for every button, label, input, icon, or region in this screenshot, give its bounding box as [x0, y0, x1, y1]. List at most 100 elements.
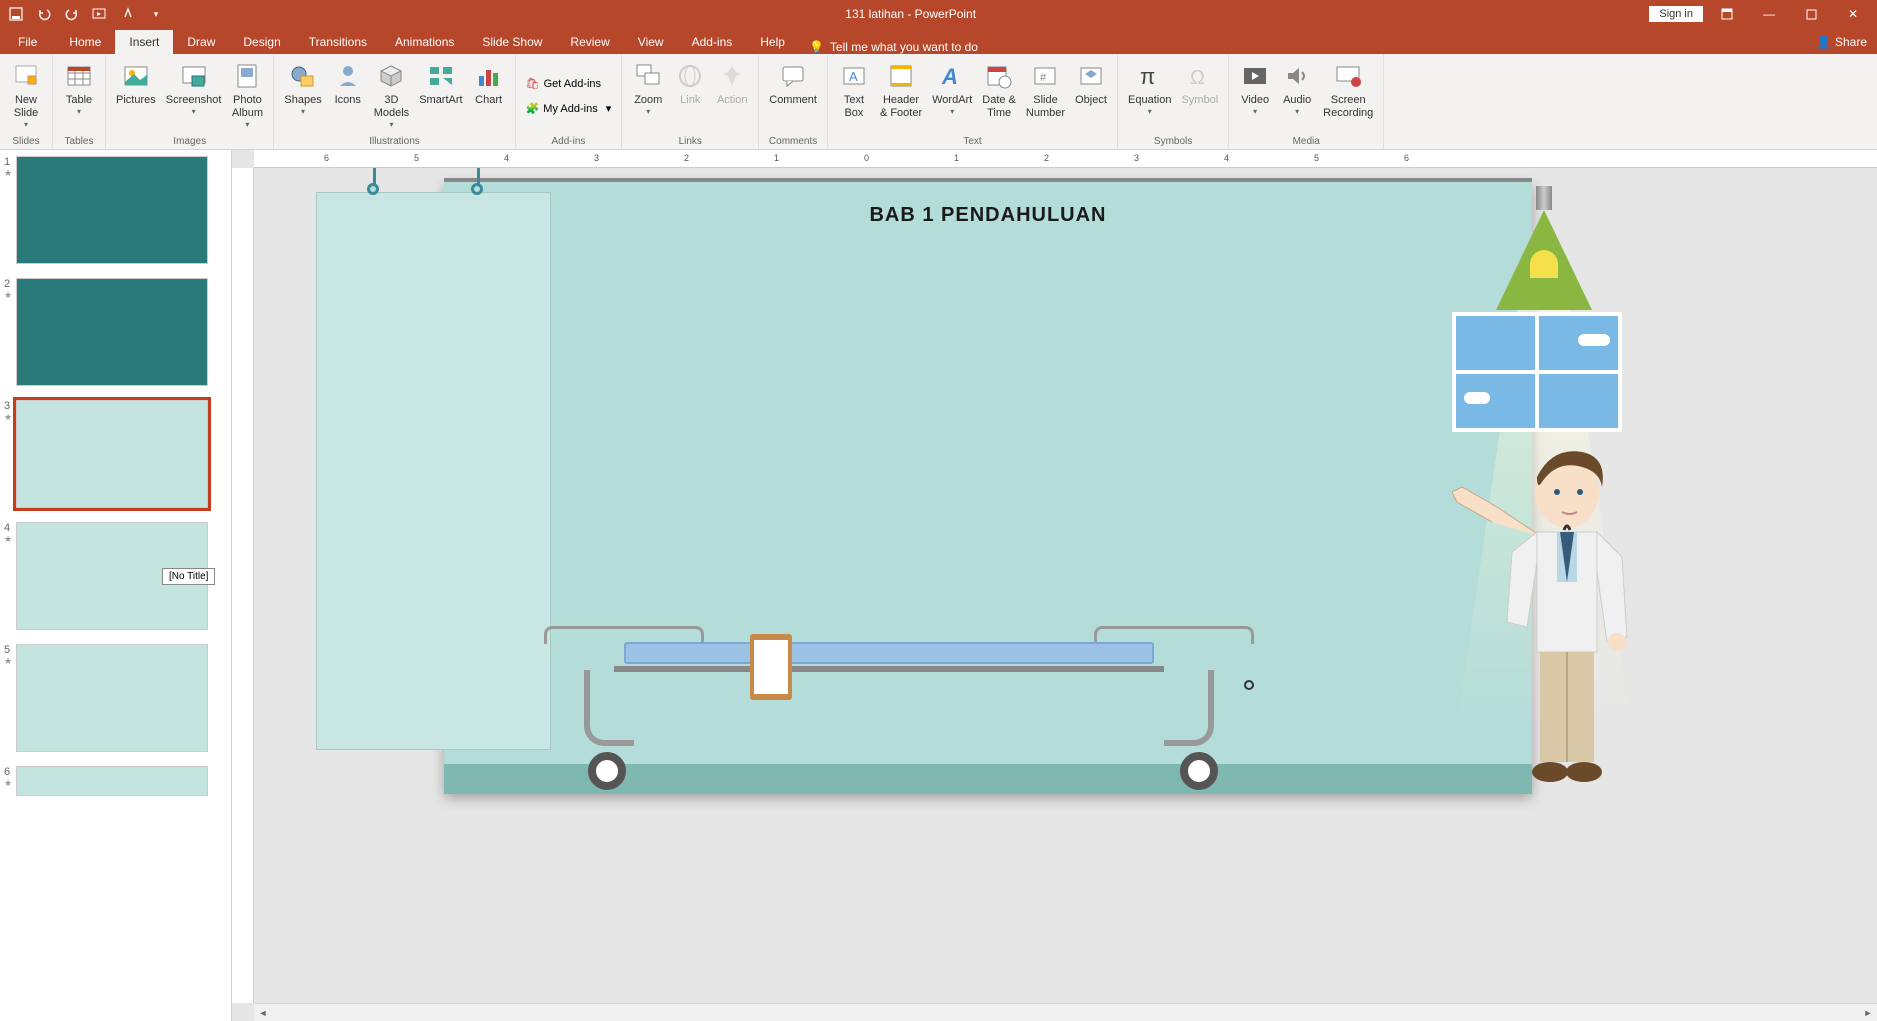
maximize-icon[interactable]	[1793, 4, 1829, 24]
my-addins-button[interactable]: 🧩My Add-ins▾	[522, 100, 616, 117]
group-addins-label: Add-ins	[522, 134, 616, 147]
icons-button[interactable]: Icons	[328, 58, 368, 109]
tab-slideshow[interactable]: Slide Show	[468, 30, 556, 54]
slide-thumbnail-1[interactable]	[16, 156, 208, 264]
vertical-ruler[interactable]	[232, 168, 254, 1003]
shapes-button[interactable]: Shapes▾	[280, 58, 325, 118]
video-button[interactable]: Video▾	[1235, 58, 1275, 118]
photo-album-button[interactable]: Photo Album▾	[227, 58, 267, 131]
link-icon	[674, 60, 706, 92]
save-icon[interactable]	[6, 4, 26, 24]
tab-review[interactable]: Review	[556, 30, 623, 54]
smartart-button[interactable]: SmartArt	[415, 58, 466, 109]
signin-button[interactable]: Sign in	[1649, 6, 1703, 22]
new-slide-button[interactable]: New Slide▾	[6, 58, 46, 131]
slide-title-text[interactable]: BAB 1 PENDAHULUAN	[869, 204, 1106, 227]
get-addins-button[interactable]: 🛍Get Add-ins	[522, 75, 605, 92]
close-icon[interactable]: ✕	[1835, 4, 1871, 24]
thumbnail-tooltip: [No Title]	[162, 568, 215, 585]
share-button[interactable]: 👤 Share	[1806, 30, 1877, 54]
text-box-button[interactable]: A Text Box	[834, 58, 874, 122]
svg-text:A: A	[941, 64, 958, 89]
slide-editor: 6 5 4 3 2 1 0 1 2 3 4 5 6	[232, 150, 1877, 1021]
object-icon	[1075, 60, 1107, 92]
tab-file[interactable]: File	[0, 30, 55, 54]
ribbon-display-icon[interactable]	[1709, 4, 1745, 24]
text-box-icon: A	[838, 60, 870, 92]
object-button[interactable]: Object	[1071, 58, 1111, 109]
curtain-rail	[444, 178, 1532, 182]
thumb-num-2: 2	[4, 278, 12, 290]
redo-icon[interactable]	[62, 4, 82, 24]
cube-icon	[375, 60, 407, 92]
animation-star-icon: ★	[4, 778, 12, 789]
lamp-base-art	[1536, 186, 1552, 210]
slide-canvas[interactable]: BAB 1 PENDAHULUAN	[444, 182, 1532, 794]
audio-button[interactable]: Audio▾	[1277, 58, 1317, 118]
touch-mouse-icon[interactable]	[118, 4, 138, 24]
clipboard-art	[750, 634, 792, 700]
thumb-num-5: 5	[4, 644, 12, 656]
audio-icon	[1281, 60, 1313, 92]
horizontal-scrollbar[interactable]: ◄ ►	[254, 1003, 1877, 1021]
tab-help[interactable]: Help	[746, 30, 799, 54]
action-button: Action	[712, 58, 752, 109]
animation-star-icon: ★	[4, 290, 12, 301]
start-from-beginning-icon[interactable]	[90, 4, 110, 24]
group-comments-label: Comments	[765, 134, 821, 147]
slide-number-button[interactable]: # Slide Number	[1022, 58, 1069, 122]
pictures-button[interactable]: Pictures	[112, 58, 160, 109]
action-icon	[716, 60, 748, 92]
link-button: Link	[670, 58, 710, 109]
tell-me-label: Tell me what you want to do	[830, 40, 978, 54]
tab-draw[interactable]: Draw	[173, 30, 229, 54]
header-footer-button[interactable]: Header & Footer	[876, 58, 926, 122]
scroll-left-icon[interactable]: ◄	[254, 1004, 272, 1021]
slide-thumbnail-5[interactable]	[16, 644, 208, 752]
qat-customize-arrow[interactable]: ▾	[146, 4, 166, 24]
tab-insert[interactable]: Insert	[115, 30, 173, 54]
slide-canvas-area[interactable]: BAB 1 PENDAHULUAN	[254, 168, 1877, 1003]
screenshot-button[interactable]: Screenshot▾	[162, 58, 226, 118]
video-icon	[1239, 60, 1271, 92]
date-time-icon	[983, 60, 1015, 92]
table-button[interactable]: Table▾	[59, 58, 99, 118]
photo-album-icon	[231, 60, 263, 92]
slide-thumbnail-2[interactable]	[16, 278, 208, 386]
screen-recording-button[interactable]: Screen Recording	[1319, 58, 1377, 122]
minimize-icon[interactable]: —	[1751, 4, 1787, 24]
wordart-button[interactable]: A WordArt▾	[928, 58, 976, 118]
chart-button[interactable]: Chart	[469, 58, 509, 109]
tab-animations[interactable]: Animations	[381, 30, 468, 54]
tab-view[interactable]: View	[624, 30, 678, 54]
tab-home[interactable]: Home	[55, 30, 115, 54]
tab-design[interactable]: Design	[229, 30, 294, 54]
thumb-num-3: 3	[4, 400, 12, 412]
header-footer-icon	[885, 60, 917, 92]
zoom-icon	[632, 60, 664, 92]
lightbulb-icon: 💡	[809, 40, 824, 54]
equation-button[interactable]: π Equation▾	[1124, 58, 1175, 118]
3d-models-button[interactable]: 3D Models▾	[370, 58, 413, 131]
slide-thumbnail-6[interactable]	[16, 766, 208, 796]
svg-text:π: π	[1140, 64, 1155, 89]
tell-me-search[interactable]: 💡 Tell me what you want to do	[809, 40, 978, 54]
undo-icon[interactable]	[34, 4, 54, 24]
date-time-button[interactable]: Date & Time	[978, 58, 1020, 122]
screen-recording-icon	[1332, 60, 1364, 92]
tab-addins[interactable]: Add-ins	[678, 30, 747, 54]
animation-star-icon: ★	[4, 168, 12, 179]
scroll-right-icon[interactable]: ►	[1859, 1004, 1877, 1021]
thumb-num-1: 1	[4, 156, 12, 168]
group-symbols-label: Symbols	[1124, 134, 1222, 147]
zoom-button[interactable]: Zoom▾	[628, 58, 668, 118]
slide-thumbnail-panel[interactable]: 1★ 2★ 3★ 4★ [No Title] 5★ 6★	[0, 150, 232, 1021]
group-links-label: Links	[628, 134, 752, 147]
equation-icon: π	[1134, 60, 1166, 92]
doctor-art	[1452, 442, 1662, 812]
slide-thumbnail-3[interactable]	[16, 400, 208, 508]
comment-button[interactable]: Comment	[765, 58, 821, 109]
horizontal-ruler[interactable]: 6 5 4 3 2 1 0 1 2 3 4 5 6	[254, 150, 1877, 168]
shapes-icon	[287, 60, 319, 92]
tab-transitions[interactable]: Transitions	[295, 30, 381, 54]
